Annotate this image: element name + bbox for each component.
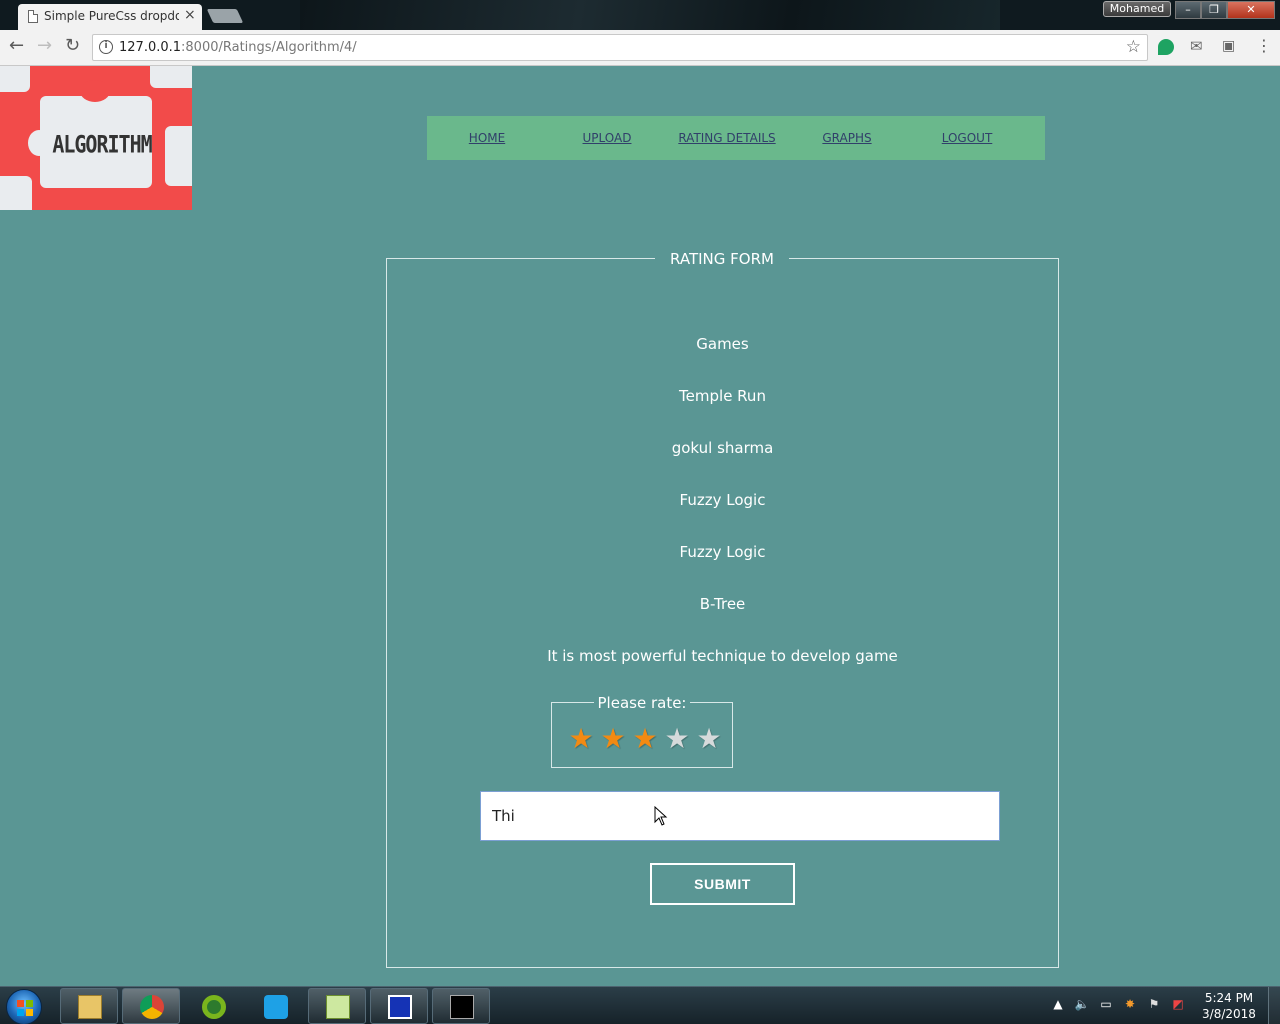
taskbar-chrome[interactable] [122, 988, 180, 1024]
bookmark-star-icon[interactable]: ☆ [1126, 37, 1141, 57]
submit-button[interactable]: SUBMIT [650, 863, 795, 905]
extension-green-icon[interactable] [1158, 39, 1174, 55]
mail-icon[interactable]: ✉ [1190, 37, 1206, 55]
profile-badge[interactable]: Mohamed [1103, 1, 1171, 17]
clock-date: 3/8/2018 [1202, 1007, 1256, 1021]
tab-close-icon[interactable]: × [184, 7, 196, 23]
browser-titlebar: Simple PureCss dropdow × Mohamed – ❐ ✕ [0, 0, 1280, 30]
taskbar-file-explorer[interactable] [60, 988, 118, 1024]
tray-app-icon[interactable]: ✸ [1122, 997, 1138, 1017]
algorithm-text: Fuzzy Logic [679, 491, 766, 509]
star-rating: ★ ★ ★ ★ ★ [565, 724, 725, 754]
tray-expand-icon[interactable]: ▲ [1050, 997, 1066, 1017]
window-controls: – ❐ ✕ [1175, 1, 1275, 19]
file-explorer-icon [78, 995, 102, 1019]
taskbar-command-prompt[interactable] [432, 988, 490, 1024]
command-prompt-icon [450, 995, 474, 1019]
algorithm-text-2: Fuzzy Logic [679, 543, 766, 561]
chrome-icon [140, 995, 164, 1019]
reload-icon[interactable]: ↻ [65, 37, 80, 55]
logo-text: ALGORITHM [52, 129, 152, 159]
url-host: 127.0.0.1 [119, 40, 182, 55]
browser-tab[interactable]: Simple PureCss dropdow × [18, 4, 202, 30]
nav-home[interactable]: HOME [427, 116, 547, 160]
action-center-flag-icon[interactable]: ⚑ [1146, 997, 1162, 1017]
windows-taskbar: ▲ 🔈 ▭ ✸ ⚑ ◩ 5:24 PM 3/8/2018 [0, 986, 1280, 1024]
taskbar-clock[interactable]: 5:24 PM 3/8/2018 [1196, 990, 1262, 1022]
start-button[interactable] [6, 989, 42, 1024]
minimize-button[interactable]: – [1175, 1, 1201, 19]
nav-graphs[interactable]: GRAPHS [787, 116, 907, 160]
description-text: It is most powerful technique to develop… [547, 647, 898, 665]
virtualbox-icon [388, 995, 412, 1019]
back-arrow-icon[interactable]: ← [9, 37, 24, 55]
algorithm-logo: ALGORITHM [0, 66, 192, 210]
rating-label: Please rate: [594, 692, 690, 714]
data-structure-text: B-Tree [699, 595, 746, 613]
show-desktop-button[interactable] [1268, 987, 1280, 1024]
puzzle-piece [0, 176, 32, 210]
extension-lock-icon[interactable]: ▣ [1222, 38, 1238, 54]
volume-muted-icon[interactable]: 🔈 [1074, 997, 1090, 1017]
titlebar-background [300, 0, 1000, 30]
page-content: ALGORITHM HOME UPLOAD RATING DETAILS GRA… [0, 66, 1280, 986]
main-nav: HOME UPLOAD RATING DETAILS GRAPHS LOGOUT [427, 116, 1045, 160]
category-text: Games [696, 335, 749, 353]
mouse-cursor-icon [654, 806, 668, 826]
taskbar-app[interactable] [246, 988, 304, 1024]
star-icon-3[interactable]: ★ [629, 724, 661, 754]
nav-logout[interactable]: LOGOUT [907, 116, 1027, 160]
maximize-button[interactable]: ❐ [1201, 1, 1227, 19]
puzzle-piece [165, 126, 192, 186]
windows-logo-icon [17, 1000, 33, 1016]
star-icon-1[interactable]: ★ [565, 724, 597, 754]
page-icon [28, 10, 38, 23]
new-tab-button[interactable] [206, 9, 244, 23]
nav-rating-details[interactable]: RATING DETAILS [667, 116, 787, 160]
nav-upload[interactable]: UPLOAD [547, 116, 667, 160]
network-icon[interactable]: ▭ [1098, 997, 1114, 1017]
browser-toolbar: ← → ↻ i 127.0.0.1:8000/Ratings/Algorithm… [0, 30, 1280, 66]
tray-alert-icon[interactable]: ◩ [1170, 997, 1186, 1017]
url-path: :8000/Ratings/Algorithm/4/ [181, 40, 357, 55]
site-info-icon[interactable]: i [99, 40, 113, 54]
star-icon-5[interactable]: ★ [693, 724, 725, 754]
app-icon [264, 995, 288, 1019]
browser-menu-icon[interactable]: ⋮ [1256, 36, 1272, 55]
forward-arrow-icon[interactable]: → [37, 37, 52, 55]
taskbar-chameleon[interactable] [184, 988, 242, 1024]
taskbar-virtualbox[interactable] [370, 988, 428, 1024]
notepad-plus-icon [326, 995, 350, 1019]
star-icon-2[interactable]: ★ [597, 724, 629, 754]
rating-form-legend: RATING FORM [655, 248, 789, 270]
puzzle-piece [150, 66, 192, 88]
star-icon-4[interactable]: ★ [661, 724, 693, 754]
taskbar-notepad-plus[interactable] [308, 988, 366, 1024]
title-text: Temple Run [679, 387, 766, 405]
chameleon-icon [202, 995, 226, 1019]
clock-time: 5:24 PM [1204, 991, 1254, 1005]
comment-input[interactable] [480, 791, 1000, 841]
address-bar[interactable]: i 127.0.0.1:8000/Ratings/Algorithm/4/ ☆ [92, 34, 1148, 61]
author-text: gokul sharma [671, 439, 774, 457]
system-tray: ▲ 🔈 ▭ ✸ ⚑ ◩ [1050, 997, 1186, 1017]
close-window-button[interactable]: ✕ [1227, 1, 1275, 19]
puzzle-piece [0, 66, 30, 92]
url-text: 127.0.0.1:8000/Ratings/Algorithm/4/ [119, 40, 357, 55]
tab-title: Simple PureCss dropdow [44, 9, 179, 23]
